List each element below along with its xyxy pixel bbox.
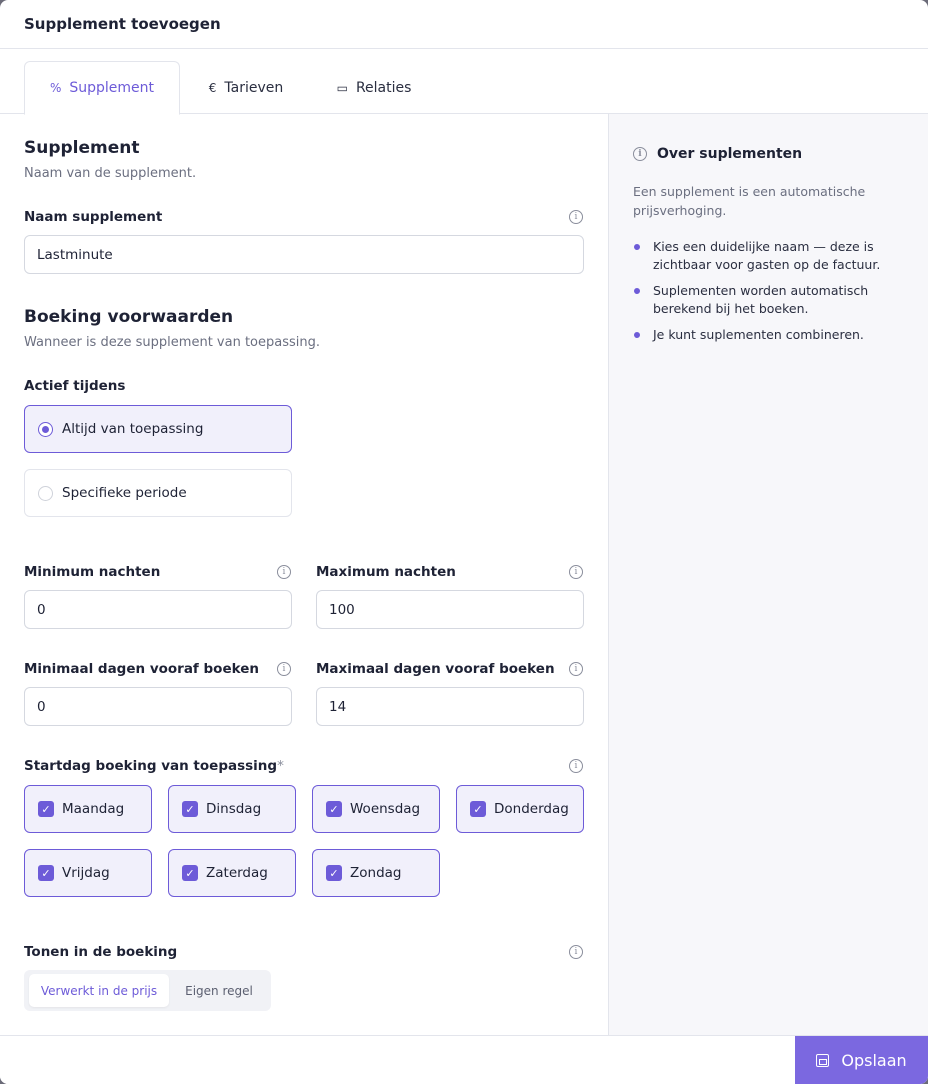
day-checkbox-donderdag[interactable]: ✓ Donderdag <box>456 785 584 833</box>
day-checkbox-maandag[interactable]: ✓ Maandag <box>24 785 152 833</box>
help-list: Kies een duidelijke naam — deze is zicht… <box>633 238 904 344</box>
day-label: Woensdag <box>350 801 421 817</box>
help-title: i Over suplementen <box>633 146 904 162</box>
info-icon[interactable]: i <box>277 565 291 579</box>
info-icon[interactable]: i <box>569 210 583 224</box>
active-label: Actief tijdens <box>24 378 126 394</box>
display-segmented-control: Verwerkt in de prijs Eigen regel <box>24 970 271 1011</box>
save-label: Opslaan <box>841 1051 907 1070</box>
radio-button-selected <box>38 421 53 437</box>
modal-footer: Opslaan <box>0 1035 928 1084</box>
supplement-modal: Supplement toevoegen % Supplement € Tari… <box>0 0 928 1084</box>
max-days-label: Maximaal dagen vooraf boeken <box>316 661 555 677</box>
tab-tarieven[interactable]: € Tarieven <box>196 61 296 114</box>
info-icon[interactable]: i <box>277 662 291 676</box>
startday-label-text: Startdag boeking van toepassing <box>24 758 278 774</box>
radio-button <box>38 485 53 501</box>
segment-in-price[interactable]: Verwerkt in de prijs <box>29 974 169 1007</box>
calendar-icon: ▭ <box>336 80 348 95</box>
name-input[interactable]: Lastminute <box>24 235 584 274</box>
checkbox-checked-icon: ✓ <box>326 801 342 817</box>
day-label: Donderdag <box>494 801 569 817</box>
percent-icon: % <box>49 81 62 95</box>
radio-always[interactable]: Altijd van toepassing <box>24 405 292 453</box>
form-panel: Supplement Naam van de supplement. Naam … <box>0 114 608 1036</box>
help-bullet: Kies een duidelijke naam — deze is zicht… <box>633 238 904 274</box>
tab-label: Tarieven <box>224 79 284 96</box>
min-days-input[interactable]: 0 <box>24 687 292 726</box>
tab-bar: % Supplement € Tarieven ▭ Relaties <box>0 49 928 115</box>
max-days-input[interactable]: 14 <box>316 687 584 726</box>
day-checkbox-zaterdag[interactable]: ✓ Zaterdag <box>168 849 296 897</box>
day-label: Dinsdag <box>206 801 262 817</box>
min-nights-label: Minimum nachten <box>24 564 161 580</box>
save-icon <box>816 1054 830 1067</box>
max-nights-input[interactable]: 100 <box>316 590 584 629</box>
section-title-conditions: Boeking voorwaarden <box>24 307 234 327</box>
help-intro: Een supplement is een automatische prijs… <box>633 184 866 218</box>
tab-label: Supplement <box>69 80 155 96</box>
info-icon: i <box>633 147 647 161</box>
info-icon[interactable]: i <box>569 945 583 959</box>
checkbox-checked-icon: ✓ <box>38 865 54 881</box>
modal-header: Supplement toevoegen <box>0 0 928 49</box>
min-nights-input[interactable]: 0 <box>24 590 292 629</box>
help-bullet: Je kunt suplementen combineren. <box>633 326 904 344</box>
day-checkbox-woensdag[interactable]: ✓ Woensdag <box>312 785 440 833</box>
help-sidebar: i Over suplementen Een supplement is een… <box>608 114 928 1036</box>
checkbox-checked-icon: ✓ <box>182 801 198 817</box>
tab-relaties[interactable]: ▭ Relaties <box>326 61 422 114</box>
max-nights-label: Maximum nachten <box>316 564 456 580</box>
day-label: Vrijdag <box>62 865 110 881</box>
info-icon[interactable]: i <box>569 565 583 579</box>
help-bullet: Suplementen worden automatisch berekend … <box>633 282 904 318</box>
segment-own-line[interactable]: Eigen regel <box>171 974 267 1007</box>
tab-supplement[interactable]: % Supplement <box>24 61 180 115</box>
save-button[interactable]: Opslaan <box>795 1036 928 1084</box>
section-subtitle-supplement: Naam van de supplement. <box>24 166 197 181</box>
checkbox-checked-icon: ✓ <box>182 865 198 881</box>
day-checkbox-vrijdag[interactable]: ✓ Vrijdag <box>24 849 152 897</box>
radio-specific-period[interactable]: Specifieke periode <box>24 469 292 517</box>
help-title-text: Over suplementen <box>657 146 803 162</box>
day-checkbox-dinsdag[interactable]: ✓ Dinsdag <box>168 785 296 833</box>
tab-label: Relaties <box>355 79 412 96</box>
checkbox-checked-icon: ✓ <box>470 801 486 817</box>
euro-icon: € <box>208 80 217 95</box>
day-checkbox-zondag[interactable]: ✓ Zondag <box>312 849 440 897</box>
info-icon[interactable]: i <box>569 662 583 676</box>
startday-label: Startdag boeking van toepassing* <box>24 758 284 774</box>
min-days-label: Minimaal dagen vooraf boeken <box>24 661 259 677</box>
info-icon[interactable]: i <box>569 759 583 773</box>
day-label: Maandag <box>62 801 125 817</box>
name-label: Naam supplement <box>24 209 163 225</box>
checkbox-checked-icon: ✓ <box>326 865 342 881</box>
required-mark: * <box>277 758 284 774</box>
day-label: Zondag <box>350 865 402 881</box>
section-subtitle-conditions: Wanneer is deze supplement van toepassin… <box>24 335 320 350</box>
checkbox-checked-icon: ✓ <box>38 801 54 817</box>
modal-title: Supplement toevoegen <box>24 15 221 33</box>
display-label: Tonen in de boeking <box>24 944 178 960</box>
radio-label: Specifieke periode <box>62 485 187 501</box>
radio-label: Altijd van toepassing <box>62 421 204 437</box>
day-label: Zaterdag <box>206 865 268 881</box>
section-title-supplement: Supplement <box>24 138 140 158</box>
